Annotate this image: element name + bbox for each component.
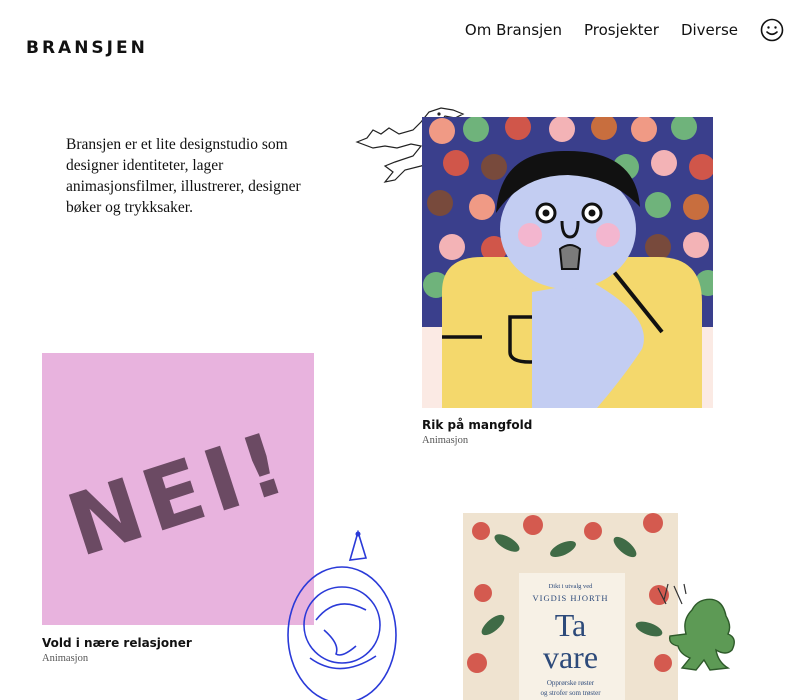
brand-logo[interactable]: BRANSJEN — [26, 38, 148, 58]
nav-link-diverse[interactable]: Diverse — [681, 21, 738, 39]
intro-text: Bransjen er et lite designstudio som des… — [66, 135, 301, 216]
nav-link-om-bransjen[interactable]: Om Bransjen — [465, 21, 562, 39]
blue-sketch-doodle — [287, 530, 397, 700]
nav-link-prosjekter[interactable]: Prosjekter — [584, 21, 659, 39]
book-editor-line: Dikt i utvalg ved — [548, 583, 593, 590]
book-author: VIGDIS HJORTH — [532, 593, 609, 603]
project-card-ta-vare-book[interactable]: Dikt i utvalg ved VIGDIS HJORTH Ta vare … — [463, 513, 678, 700]
main-nav: Om Bransjen Prosjekter Diverse — [465, 18, 784, 42]
book-subtitle-line1: Opprørske røster — [546, 679, 595, 687]
green-creature-doodle — [657, 583, 735, 671]
nei-illustration: NEI! — [56, 412, 302, 577]
smiley-face-icon[interactable] — [760, 18, 784, 42]
project-card-rik-pa-mangfold[interactable] — [422, 117, 713, 408]
project-title[interactable]: Rik på mangfold — [422, 418, 532, 432]
diverse-face-illustration — [422, 117, 713, 408]
nei-text: NEI! — [56, 412, 302, 577]
book-title-line2: vare — [542, 639, 599, 675]
project-card-vold-i-naere-relasjoner[interactable]: NEI! — [42, 353, 314, 625]
project-category: Animasjon — [42, 653, 89, 664]
project-category: Animasjon — [422, 435, 469, 446]
book-subtitle-line2: og strofer som trøster — [540, 689, 601, 697]
project-title[interactable]: Vold i nære relasjoner — [42, 636, 192, 650]
